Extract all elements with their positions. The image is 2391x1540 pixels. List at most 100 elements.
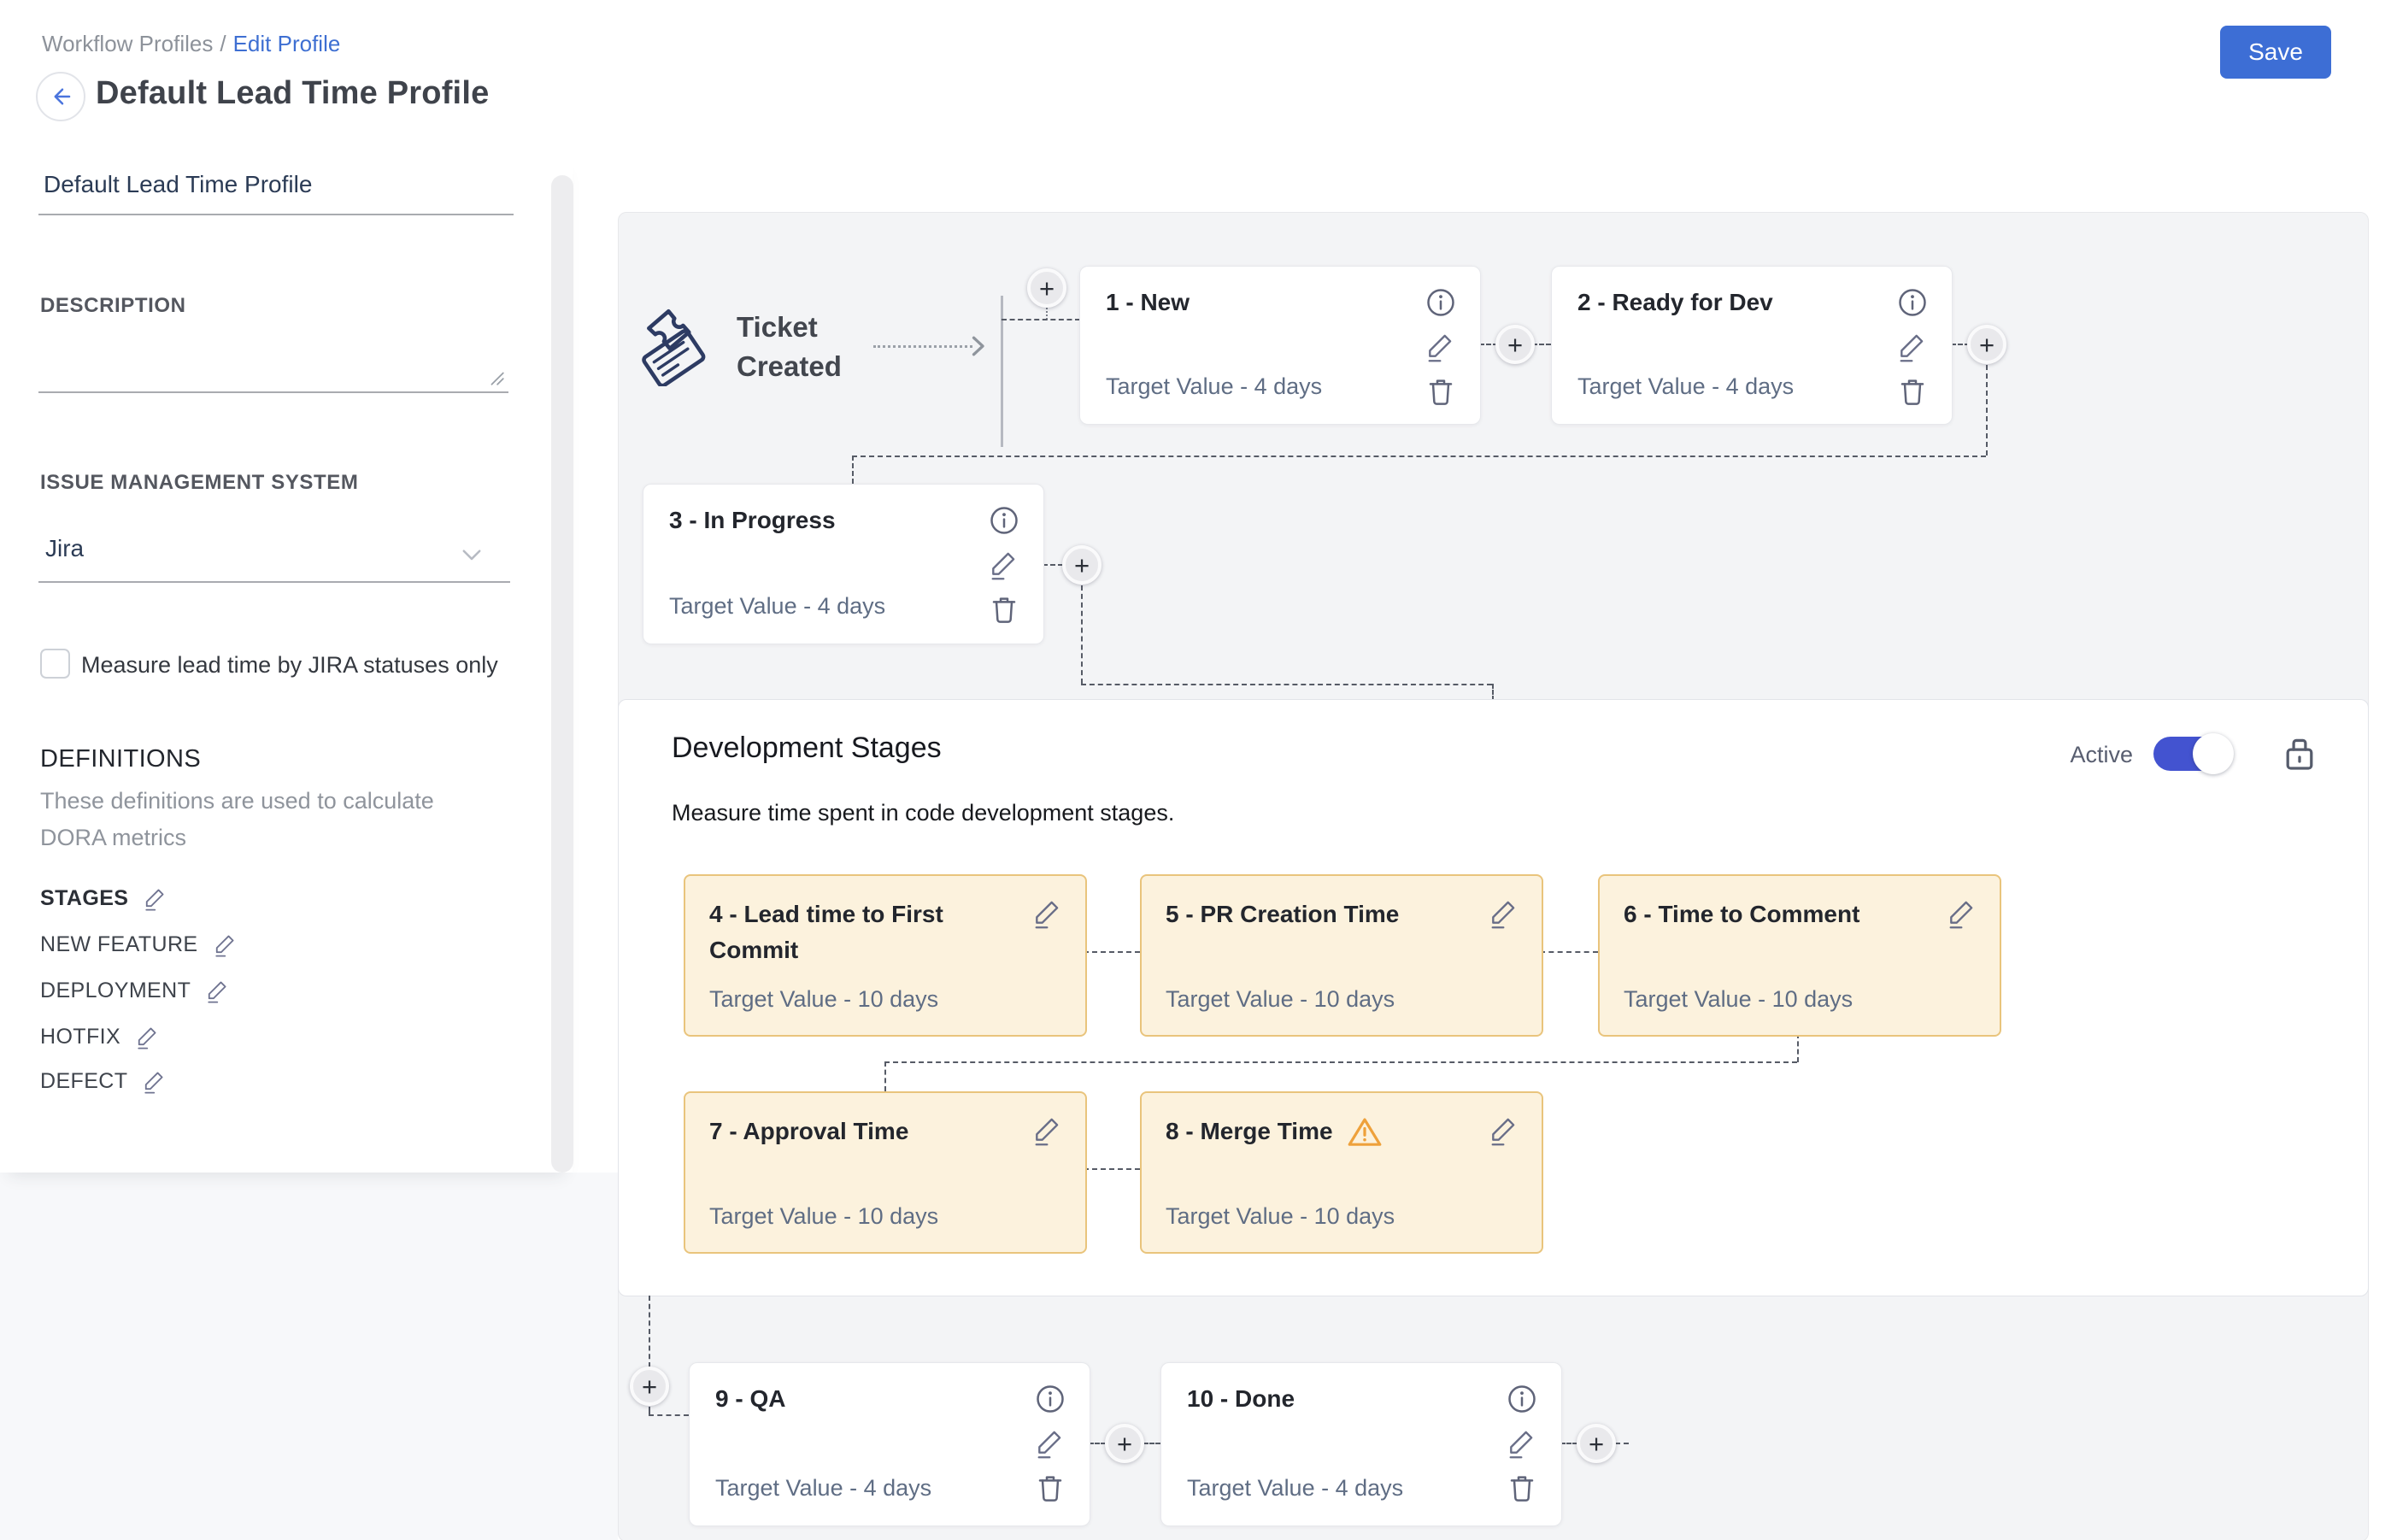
connector	[1532, 344, 1551, 345]
edit-icon[interactable]	[1424, 330, 1456, 362]
workflow-profile-editor: Workflow Profiles/Edit Profile Default L…	[0, 0, 2391, 1540]
issue-management-system-value: Jira	[45, 535, 84, 562]
edit-deployment-icon[interactable]	[204, 978, 230, 1003]
stage-card-2-ready-for-dev: 2 - Ready for Dev Target Value - 4 days	[1551, 266, 1953, 425]
edit-icon[interactable]	[1033, 1426, 1066, 1459]
dev-stage-card-6-time-to-comment: 6 - Time to Comment Target Value - 10 da…	[1598, 874, 2001, 1037]
delete-icon[interactable]	[987, 592, 1021, 626]
stage-card-target: Target Value - 4 days	[1187, 1475, 1403, 1502]
issue-management-system-label: ISSUE MANAGEMENT SYSTEM	[40, 471, 359, 495]
stage-card-title: 9 - QA	[715, 1385, 785, 1413]
add-stage-button[interactable]: +	[1062, 545, 1102, 585]
dev-stage-target: Target Value - 10 days	[1166, 986, 1395, 1013]
resize-handle-icon[interactable]	[488, 369, 505, 386]
info-icon[interactable]	[1895, 285, 1930, 320]
add-stage-button[interactable]: +	[1105, 1424, 1144, 1463]
connector	[1143, 1443, 1160, 1444]
breadcrumb-parent[interactable]: Workflow Profiles	[42, 31, 213, 56]
development-stages-subtitle: Measure time spent in code development s…	[672, 800, 1174, 826]
dev-stage-title: 5 - PR Creation Time	[1166, 896, 1399, 932]
stage-card-target: Target Value - 4 days	[1577, 373, 1794, 400]
stages-header-row: STAGES	[40, 885, 167, 911]
delete-icon[interactable]	[1895, 374, 1930, 409]
connector	[1540, 951, 1598, 953]
definitions-title: DEFINITIONS	[40, 745, 201, 773]
connector	[1560, 1443, 1577, 1444]
add-stage-button[interactable]: +	[1967, 325, 2006, 364]
dev-stage-card-5-pr-creation-time: 5 - PR Creation Time Target Value - 10 d…	[1140, 874, 1543, 1037]
start-node-label: Ticket Created	[737, 308, 842, 386]
add-stage-button[interactable]: +	[630, 1367, 669, 1406]
lock-icon[interactable]	[2280, 732, 2319, 774]
ticket-icon	[636, 299, 714, 386]
info-icon[interactable]	[987, 503, 1021, 538]
connector	[1081, 684, 1492, 685]
add-stage-button[interactable]: +	[1495, 325, 1535, 364]
edit-hotfix-icon[interactable]	[134, 1024, 160, 1049]
dev-stage-title: 7 - Approval Time	[709, 1114, 908, 1149]
connector	[1615, 1443, 1629, 1444]
stages-label: STAGES	[40, 886, 128, 911]
info-icon[interactable]	[1424, 285, 1458, 320]
dev-stage-title: 6 - Time to Comment	[1624, 896, 1859, 932]
sidebar-item-defect: DEFECT	[40, 1068, 167, 1094]
stage-card-title: 3 - In Progress	[669, 507, 836, 534]
sidebar-item-deployment: DEPLOYMENT	[40, 978, 230, 1003]
connector	[1084, 1168, 1140, 1170]
connector	[649, 1296, 650, 1367]
dev-stage-title: 8 - Merge Time	[1166, 1114, 1333, 1149]
edit-icon[interactable]	[1031, 896, 1063, 929]
connector	[1797, 1033, 1799, 1062]
jira-statuses-checkbox[interactable]	[40, 649, 70, 679]
connector	[1084, 951, 1140, 953]
connector	[1492, 684, 1494, 701]
edit-icon[interactable]	[987, 548, 1019, 580]
connector	[884, 1061, 886, 1091]
page-background-lower-left	[0, 1173, 618, 1540]
stage-card-9-qa: 9 - QA Target Value - 4 days	[689, 1362, 1090, 1526]
category-label: DEPLOYMENT	[40, 979, 191, 1003]
add-stage-button[interactable]: +	[1577, 1424, 1616, 1463]
delete-icon[interactable]	[1424, 374, 1458, 409]
edit-defect-icon[interactable]	[141, 1068, 167, 1094]
stage-card-target: Target Value - 4 days	[715, 1475, 931, 1502]
edit-icon[interactable]	[1945, 896, 1977, 929]
connector	[1043, 564, 1063, 566]
active-toggle[interactable]	[2153, 737, 2232, 771]
dev-stage-target: Target Value - 10 days	[1624, 986, 1853, 1013]
sidebar-scrollbar[interactable]	[551, 175, 573, 1173]
delete-icon[interactable]	[1505, 1471, 1539, 1505]
definitions-subtitle: These definitions are used to calculate …	[40, 783, 497, 856]
sidebar-item-hotfix: HOTFIX	[40, 1024, 160, 1049]
description-label: DESCRIPTION	[40, 294, 186, 318]
connector	[1986, 365, 1988, 456]
connector	[649, 1414, 689, 1416]
info-icon[interactable]	[1505, 1382, 1539, 1416]
start-node-line2: Created	[737, 347, 842, 386]
edit-icon[interactable]	[1895, 330, 1928, 362]
dev-stage-target: Target Value - 10 days	[1166, 1203, 1395, 1230]
connector	[1002, 319, 1080, 320]
breadcrumb-current[interactable]: Edit Profile	[233, 31, 341, 56]
delete-icon[interactable]	[1033, 1471, 1067, 1505]
category-label: HOTFIX	[40, 1025, 120, 1049]
stage-card-title: 1 - New	[1106, 289, 1190, 316]
edit-icon[interactable]	[1505, 1426, 1537, 1459]
description-textarea[interactable]	[38, 326, 508, 393]
back-button[interactable]	[36, 72, 85, 121]
dev-stage-card-7-approval-time: 7 - Approval Time Target Value - 10 days	[684, 1091, 1087, 1254]
stage-card-3-in-progress: 3 - In Progress Target Value - 4 days	[643, 484, 1044, 644]
edit-new-feature-icon[interactable]	[212, 932, 238, 957]
edit-icon[interactable]	[1487, 896, 1519, 929]
issue-management-system-select[interactable]: Jira	[38, 530, 510, 583]
connector	[852, 456, 854, 484]
add-stage-button[interactable]: +	[1027, 268, 1066, 308]
stage-card-title: 10 - Done	[1187, 1385, 1295, 1413]
edit-icon[interactable]	[1031, 1114, 1063, 1146]
profile-name-input[interactable]	[38, 171, 514, 215]
edit-icon[interactable]	[1487, 1114, 1519, 1146]
dev-stage-target: Target Value - 10 days	[709, 986, 938, 1013]
save-button[interactable]: Save	[2220, 26, 2331, 79]
edit-stages-icon[interactable]	[142, 885, 167, 911]
info-icon[interactable]	[1033, 1382, 1067, 1416]
